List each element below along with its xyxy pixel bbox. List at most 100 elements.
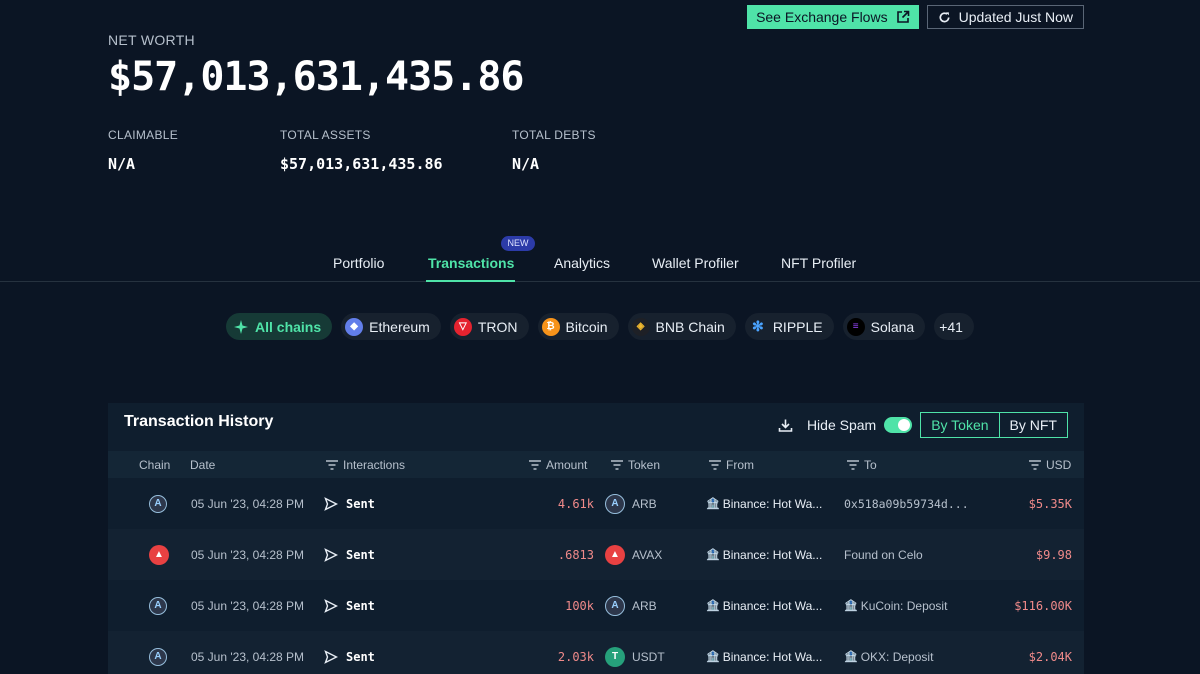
interaction-cell[interactable]: Sent	[324, 529, 375, 580]
from-label: Binance: Hot Wa...	[722, 649, 823, 664]
chain-cell: A	[149, 478, 167, 529]
interaction-label: Sent	[346, 598, 375, 613]
ripple-icon: ✻	[751, 318, 764, 334]
from-label: Binance: Hot Wa...	[722, 496, 823, 511]
see-exchange-flows-label: See Exchange Flows	[756, 9, 888, 25]
by-token-button[interactable]: By Token	[921, 413, 1000, 437]
column-amount[interactable]: Amount	[528, 458, 587, 472]
date-cell: 05 Jun '23, 04:28 PM	[191, 598, 305, 613]
from-label: Binance: Hot Wa...	[722, 547, 823, 562]
bank-icon: 🏦	[706, 498, 720, 510]
by-nft-button[interactable]: By NFT	[1000, 413, 1067, 437]
chain-chip-ethereum[interactable]: ◆ Ethereum	[341, 313, 441, 340]
interaction-cell[interactable]: Sent	[324, 580, 375, 631]
token-cell[interactable]: ▲ AVAX	[605, 529, 662, 580]
to-cell[interactable]: 🏦 KuCoin: Deposit	[844, 580, 947, 631]
tab-wallet-profiler[interactable]: Wallet Profiler	[652, 255, 739, 271]
amount-cell: .6813	[557, 547, 594, 562]
tab-transactions[interactable]: Transactions	[428, 255, 514, 271]
column-interactions[interactable]: Interactions	[325, 458, 405, 472]
column-date: Date	[190, 458, 216, 472]
column-amount-label: Amount	[546, 458, 588, 472]
token-cell[interactable]: A ARB	[605, 478, 657, 529]
chain-chip-all[interactable]: All chains	[226, 313, 333, 340]
to-label: OKX: Deposit	[860, 649, 934, 664]
tether-icon: T	[605, 646, 625, 667]
chain-chip-label: Bitcoin	[565, 318, 608, 335]
send-icon	[324, 598, 338, 613]
to-cell[interactable]: 🏦 OKX: Deposit	[844, 631, 933, 674]
chain-filter: All chains ◆ Ethereum ▽ TRON ₿ Bitcoin ◈…	[226, 313, 974, 340]
from-cell[interactable]: 🏦 Binance: Hot Wa...	[706, 529, 822, 580]
table-row[interactable]: A 05 Jun '23, 04:28 PM Sent 2.03k T USDT…	[108, 631, 1084, 674]
arbitrum-icon: A	[149, 494, 167, 513]
chain-chip-solana[interactable]: ≡ Solana	[842, 313, 926, 340]
date-cell: 05 Jun '23, 04:28 PM	[191, 649, 305, 664]
column-interactions-label: Interactions	[343, 458, 406, 472]
tab-nft-profiler[interactable]: NFT Profiler	[781, 255, 856, 271]
token-cell[interactable]: A ARB	[605, 580, 657, 631]
column-from[interactable]: From	[708, 458, 754, 472]
token-cell[interactable]: T USDT	[605, 631, 665, 674]
chain-chip-bnb[interactable]: ◈ BNB Chain	[627, 313, 736, 340]
view-mode-toggle: By Token By NFT	[920, 412, 1068, 438]
to-cell[interactable]: Found on Celo	[844, 529, 923, 580]
hide-spam-label: Hide Spam	[806, 417, 877, 433]
chain-chip-label: Solana	[870, 318, 915, 335]
transaction-history-title: Transaction History	[124, 413, 274, 430]
interaction-label: Sent	[346, 496, 375, 511]
send-icon	[324, 547, 338, 562]
column-usd-label: USD	[1046, 458, 1072, 472]
refresh-button[interactable]: Updated Just Now	[926, 5, 1084, 29]
top-actions: See Exchange Flows Updated Just Now	[747, 5, 1084, 29]
column-to[interactable]: To	[846, 458, 877, 472]
tron-icon: ▽	[453, 317, 472, 336]
tab-analytics[interactable]: Analytics	[554, 255, 610, 271]
bank-icon: 🏦	[706, 549, 720, 561]
hide-spam-toggle[interactable]	[884, 417, 913, 433]
bank-icon: 🏦	[706, 600, 720, 612]
column-to-label: To	[864, 458, 877, 472]
table-row[interactable]: A 05 Jun '23, 04:28 PM Sent 100k A ARB 🏦…	[108, 580, 1084, 631]
new-badge: NEW	[501, 236, 535, 251]
amount-cell: 4.61k	[557, 496, 594, 511]
to-cell[interactable]: 0x518a09b59734d...	[844, 478, 969, 529]
column-usd[interactable]: USD	[1028, 458, 1071, 472]
see-exchange-flows-button[interactable]: See Exchange Flows	[747, 5, 919, 29]
from-cell[interactable]: 🏦 Binance: Hot Wa...	[706, 580, 822, 631]
active-tab-indicator	[426, 280, 515, 282]
claimable-label: CLAIMABLE	[108, 128, 179, 142]
claimable-stat: CLAIMABLE N/A	[108, 128, 178, 173]
total-debts-value: N/A	[512, 155, 540, 173]
history-toolbar: Hide Spam By Token By NFT	[778, 412, 1068, 438]
column-token-label: Token	[628, 458, 661, 472]
download-icon[interactable]	[778, 418, 793, 433]
token-label: USDT	[632, 649, 665, 664]
token-label: AVAX	[632, 547, 663, 562]
total-debts-stat: TOTAL DEBTS N/A	[512, 128, 596, 173]
from-cell[interactable]: 🏦 Binance: Hot Wa...	[706, 631, 822, 674]
table-row[interactable]: ▲ 05 Jun '23, 04:28 PM Sent .6813 ▲ AVAX…	[108, 529, 1084, 580]
chain-chip-bitcoin[interactable]: ₿ Bitcoin	[537, 313, 619, 340]
usd-cell: $116.00K	[1014, 598, 1072, 613]
total-assets-value: $57,013,631,435.86	[280, 155, 443, 173]
from-cell[interactable]: 🏦 Binance: Hot Wa...	[706, 478, 822, 529]
to-label: KuCoin: Deposit	[860, 598, 948, 613]
solana-icon: ≡	[846, 317, 865, 336]
chain-chip-more[interactable]: +41	[934, 313, 974, 340]
interaction-label: Sent	[346, 649, 375, 664]
send-icon	[324, 649, 338, 664]
arbitrum-icon: A	[605, 493, 625, 514]
sparkle-icon	[234, 319, 248, 334]
interaction-cell[interactable]: Sent	[324, 631, 375, 674]
tab-portfolio[interactable]: Portfolio	[333, 255, 384, 271]
usd-cell: $5.35K	[1028, 496, 1072, 511]
chain-chip-tron[interactable]: ▽ TRON	[449, 313, 529, 340]
table-row[interactable]: A 05 Jun '23, 04:28 PM Sent 4.61k A ARB …	[108, 478, 1084, 529]
chain-chip-ripple[interactable]: ✻ RIPPLE	[744, 313, 834, 340]
column-token[interactable]: Token	[610, 458, 660, 472]
interaction-cell[interactable]: Sent	[324, 478, 375, 529]
usd-cell: $9.98	[1035, 547, 1072, 562]
ethereum-icon: ◆	[345, 317, 364, 336]
filter-icon	[529, 460, 541, 470]
